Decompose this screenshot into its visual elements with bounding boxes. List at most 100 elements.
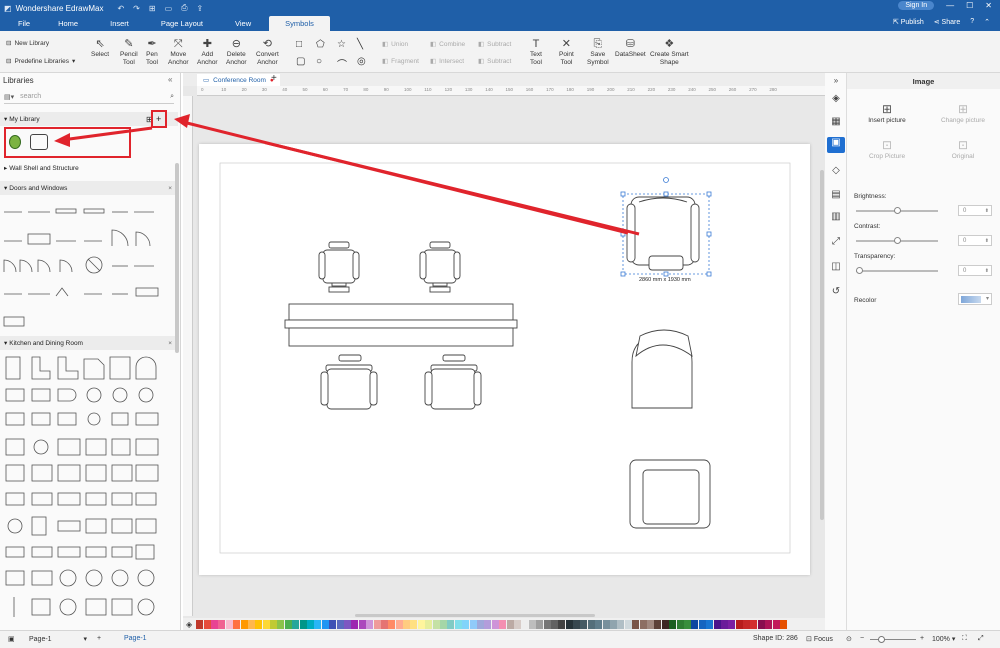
circle-icon[interactable]: ○ [316,56,322,67]
color-swatch[interactable] [617,619,625,629]
color-swatch[interactable] [624,619,632,629]
fill-bucket-icon[interactable]: ◈ [186,620,192,629]
color-swatch[interactable] [757,619,765,629]
doors-windows-symbols[interactable] [2,200,174,330]
color-swatch[interactable] [203,619,211,629]
color-swatch[interactable] [706,619,714,629]
floor-plan-drawing[interactable] [199,144,810,575]
color-swatch[interactable] [314,619,322,629]
page-icon[interactable]: ▤ [830,189,842,200]
color-swatch[interactable] [210,619,218,629]
color-swatch[interactable] [735,619,743,629]
color-swatch[interactable] [595,619,603,629]
color-swatch[interactable] [676,619,684,629]
color-swatch[interactable] [366,619,374,629]
save-symbol-button[interactable]: ⎘ Save Symbol [587,38,609,67]
chair-top-left[interactable] [318,241,360,293]
color-swatch[interactable] [247,619,255,629]
spiral-icon[interactable]: ◎ [357,56,366,67]
library-symbol-chair[interactable] [30,134,48,150]
conference-table[interactable] [284,303,518,347]
color-swatch[interactable] [610,619,618,629]
new-library-button[interactable]: ⊟ New Library [6,39,49,48]
pen-tool-button[interactable]: ✒ Pen Tool [146,38,158,67]
color-swatch[interactable] [558,619,566,629]
minimize-button[interactable]: — [946,1,954,10]
zoom-knob[interactable] [878,636,885,643]
open-file-icon[interactable]: ▭ [165,4,173,13]
share-button[interactable]: ⋖ Share [934,18,961,26]
add-tab-button[interactable]: + [271,73,277,84]
canvas-scrollbar-h[interactable] [355,614,595,617]
kitchen-dining-symbols[interactable] [2,353,174,621]
convert-anchor-button[interactable]: ⟲ Convert Anchor [256,38,279,67]
menu-insert[interactable]: Insert [92,16,147,31]
add-to-library-button[interactable]: + [156,114,161,124]
fit-icon[interactable]: ⤢ [830,236,842,247]
crop-picture-button[interactable]: ⊡ Crop Picture [857,137,917,160]
color-swatch[interactable] [388,619,396,629]
combine-button[interactable]: ◧ Combine [430,40,465,49]
color-swatch[interactable] [440,619,448,629]
sign-in-button[interactable]: Sign In [898,1,935,10]
play-icon[interactable]: ⊙ [846,635,852,643]
point-tool-button[interactable]: ✕ Point Tool [559,38,574,67]
color-swatch[interactable] [587,619,595,629]
chair-top-right[interactable] [419,241,461,293]
library-scrollbar[interactable] [175,163,179,353]
color-swatch[interactable] [772,619,780,629]
color-swatch[interactable] [565,619,573,629]
zoom-level[interactable]: 100% ▾ [932,635,955,643]
intersect-button[interactable]: ◧ Intersect [430,57,464,66]
chair-bottom-left[interactable] [320,354,378,410]
brightness-value[interactable]: 0 ⬍ [958,205,992,216]
color-swatch[interactable] [321,619,329,629]
color-swatch[interactable] [292,619,300,629]
transparency-knob[interactable] [856,267,863,274]
color-swatch[interactable] [425,619,433,629]
tab-conference-room[interactable]: ▭ Conference Room ● [197,74,280,86]
color-swatch[interactable] [225,619,233,629]
color-swatch[interactable] [765,619,773,629]
library-symbol-plant[interactable] [9,135,21,149]
datasheet-button[interactable]: ⛁ DataSheet [615,38,646,59]
color-swatch[interactable] [646,619,654,629]
maximize-button[interactable]: ☐ [966,1,973,10]
color-swatch[interactable] [720,619,728,629]
color-swatch[interactable] [329,619,337,629]
color-swatch[interactable] [277,619,285,629]
color-swatch[interactable] [351,619,359,629]
rectangle-icon[interactable]: □ [296,39,302,50]
club-chair[interactable] [629,459,711,529]
collapse-panel-icon[interactable]: « [168,75,172,84]
color-swatch[interactable] [454,619,462,629]
note-icon[interactable]: ▥ [830,211,842,222]
page-select[interactable]: Page-1 ▾ [29,635,87,643]
brightness-knob[interactable] [894,207,901,214]
predefine-libraries-button[interactable]: ⊟ Predefine Libraries ▾ [6,57,75,66]
color-swatch[interactable] [284,619,292,629]
contrast-knob[interactable] [894,237,901,244]
color-swatch[interactable] [373,619,381,629]
delete-anchor-button[interactable]: ⊖ Delete Anchor [226,38,247,67]
expand-panel-icon[interactable]: » [830,76,842,85]
fragment-button[interactable]: ◧ Fragment [382,57,419,66]
insert-picture-button[interactable]: ⊞ Insert picture [857,101,917,124]
zoom-out-button[interactable]: − [860,635,864,642]
menu-home[interactable]: Home [44,16,92,31]
color-swatch[interactable] [403,619,411,629]
color-swatch[interactable] [491,619,499,629]
section-doors-windows[interactable]: ▾ Doors and Windows × [0,181,178,195]
layers-icon[interactable]: ◇ [830,165,842,176]
color-swatch[interactable] [196,619,204,629]
tub-chair[interactable] [631,329,693,409]
pencil-tool-button[interactable]: ✎ Pencil Tool [120,38,138,67]
more-icon[interactable]: ⌃ [984,18,990,26]
color-swatch[interactable] [639,619,647,629]
color-swatch[interactable] [743,619,751,629]
rounded-rectangle-icon[interactable]: ▢ [296,56,305,67]
close-section-icon[interactable]: × [168,185,172,192]
color-swatch[interactable] [632,619,640,629]
color-swatch[interactable] [550,619,558,629]
new-file-icon[interactable]: ⊞ [149,4,156,13]
